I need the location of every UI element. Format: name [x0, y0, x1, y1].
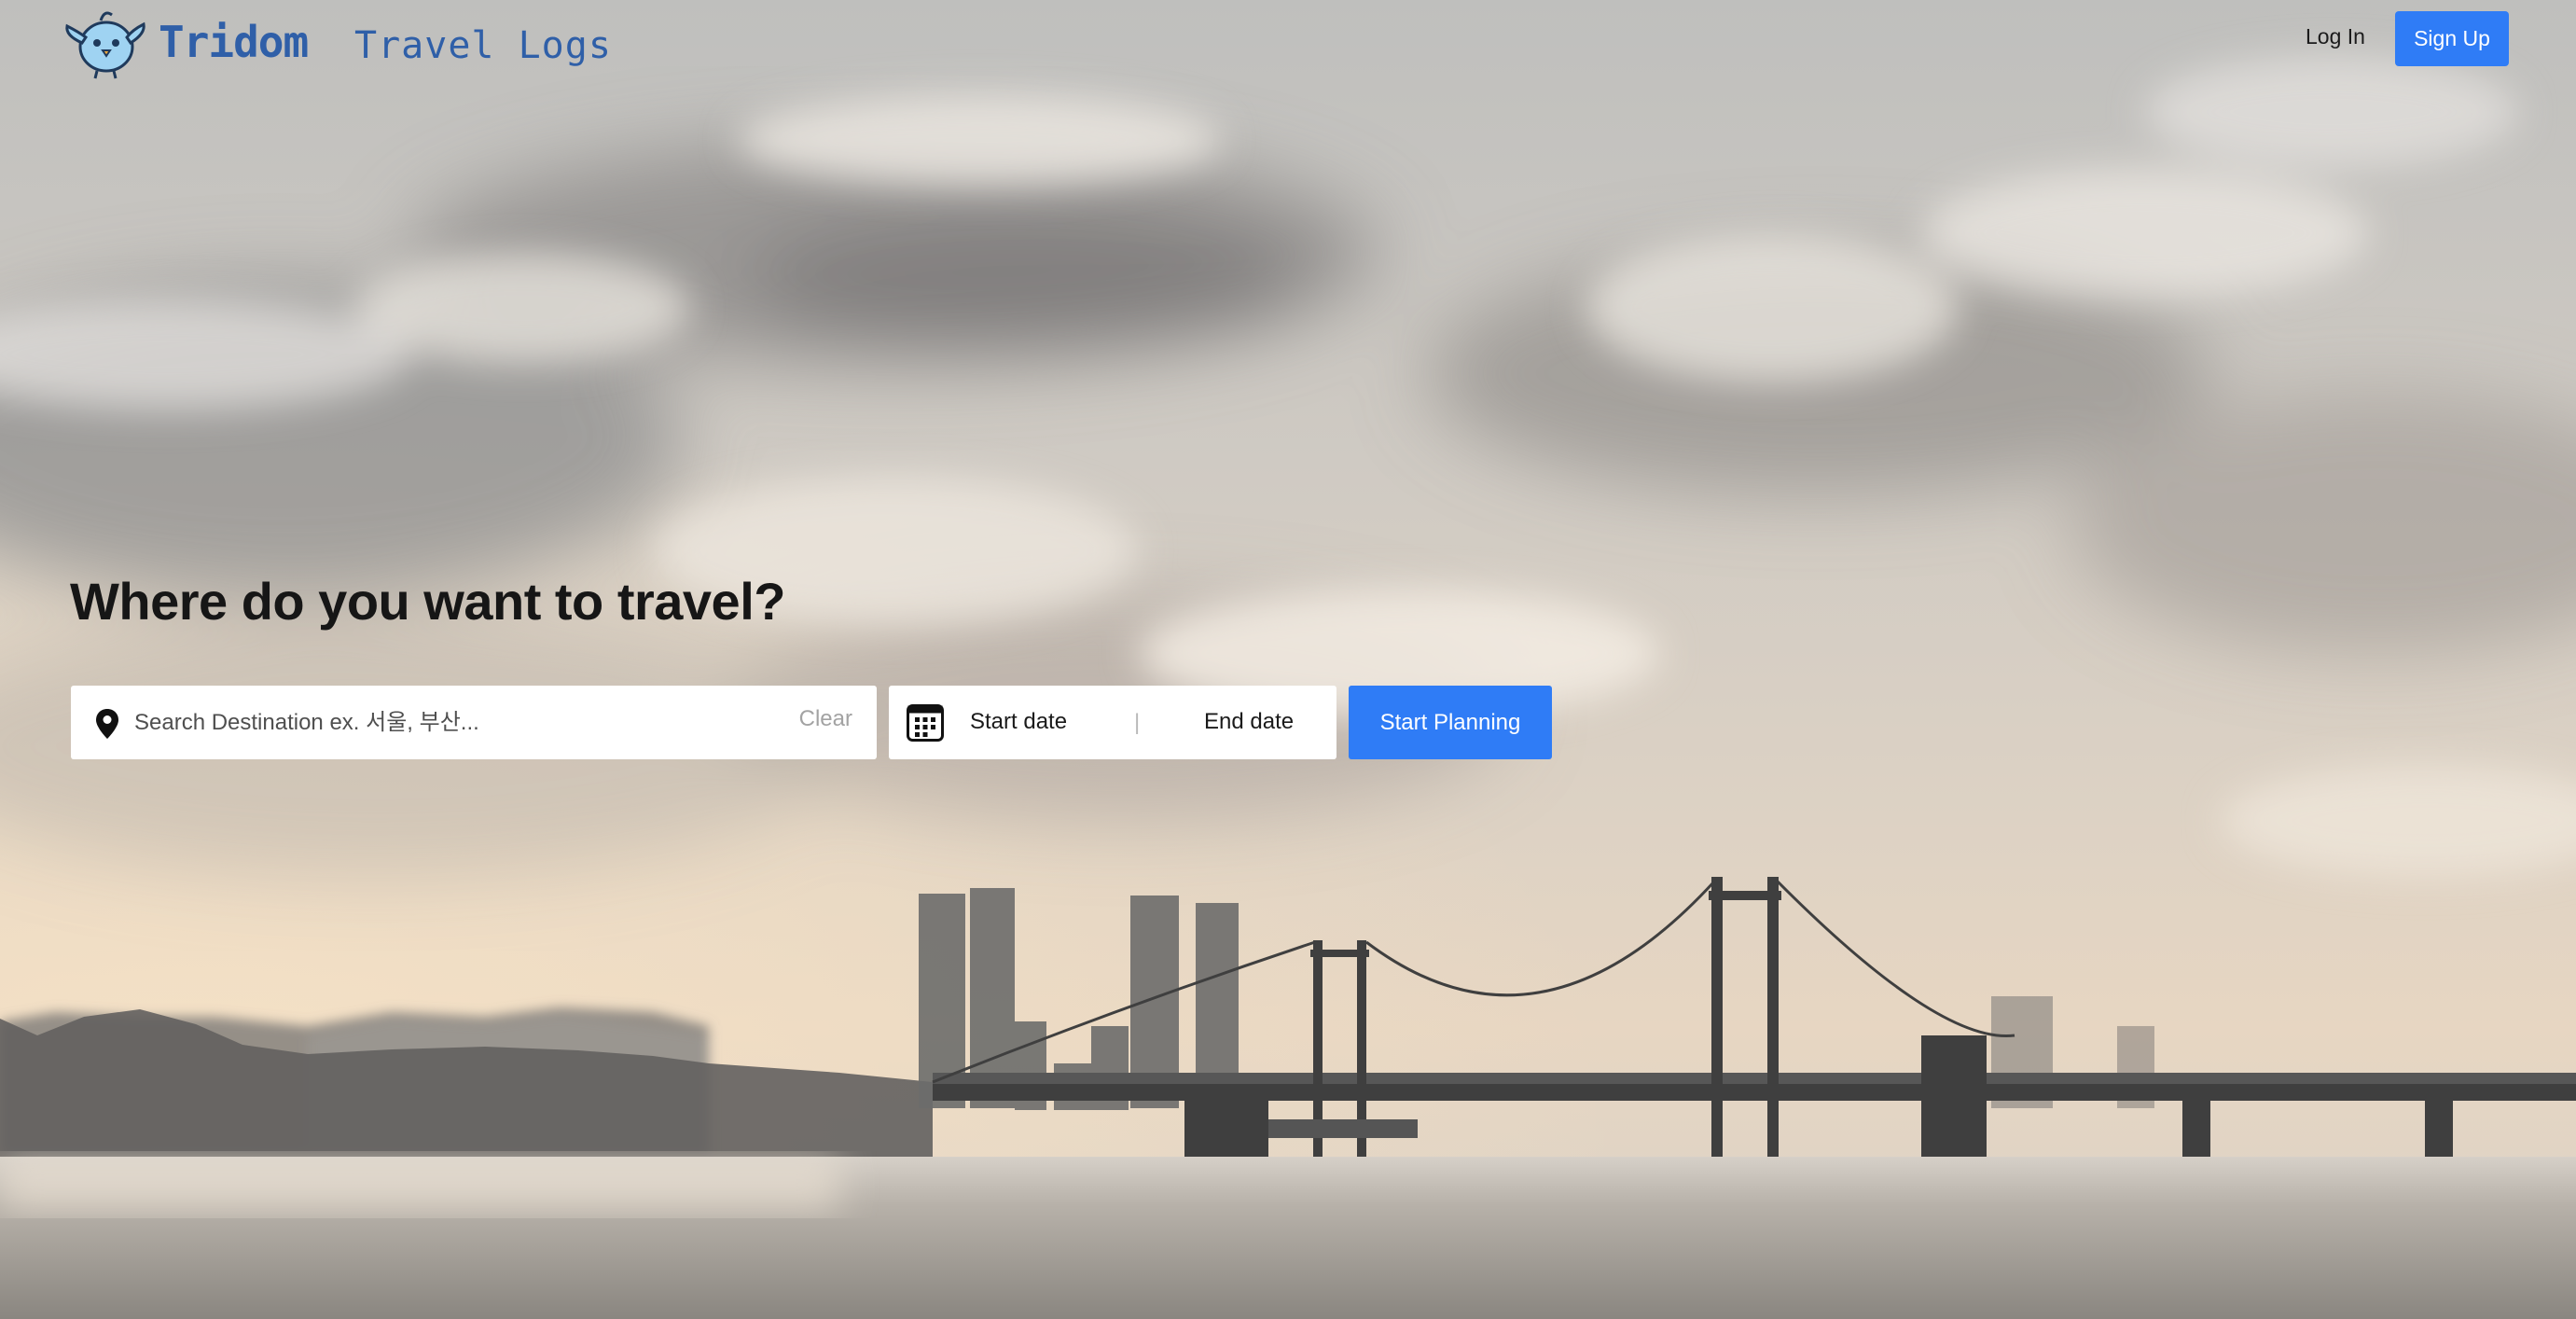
end-date-field[interactable]: End date — [1204, 709, 1294, 735]
calendar-icon — [907, 704, 944, 742]
brand-name[interactable]: Tridom — [159, 17, 309, 67]
login-link[interactable]: Log In — [2306, 24, 2365, 49]
clear-search-button[interactable]: Clear — [799, 706, 852, 732]
destination-search-input[interactable] — [132, 701, 826, 745]
hero-headline: Where do you want to travel? — [70, 572, 785, 631]
map-pin-icon — [96, 709, 118, 739]
start-planning-button[interactable]: Start Planning — [1349, 686, 1552, 759]
hero-background-photo — [0, 0, 2576, 1319]
start-date-field[interactable]: Start date — [970, 709, 1067, 735]
bird-mascot-icon[interactable] — [60, 6, 149, 80]
date-range-picker[interactable]: Start date | End date — [889, 686, 1336, 759]
signup-button[interactable]: Sign Up — [2395, 11, 2509, 66]
travel-logs-link[interactable]: Travel Logs — [354, 24, 612, 67]
date-separator: | — [1134, 710, 1141, 735]
top-navigation-bar: Tridom Travel Logs Log In Sign Up — [0, 0, 2576, 84]
destination-search-box: Clear — [71, 686, 877, 759]
